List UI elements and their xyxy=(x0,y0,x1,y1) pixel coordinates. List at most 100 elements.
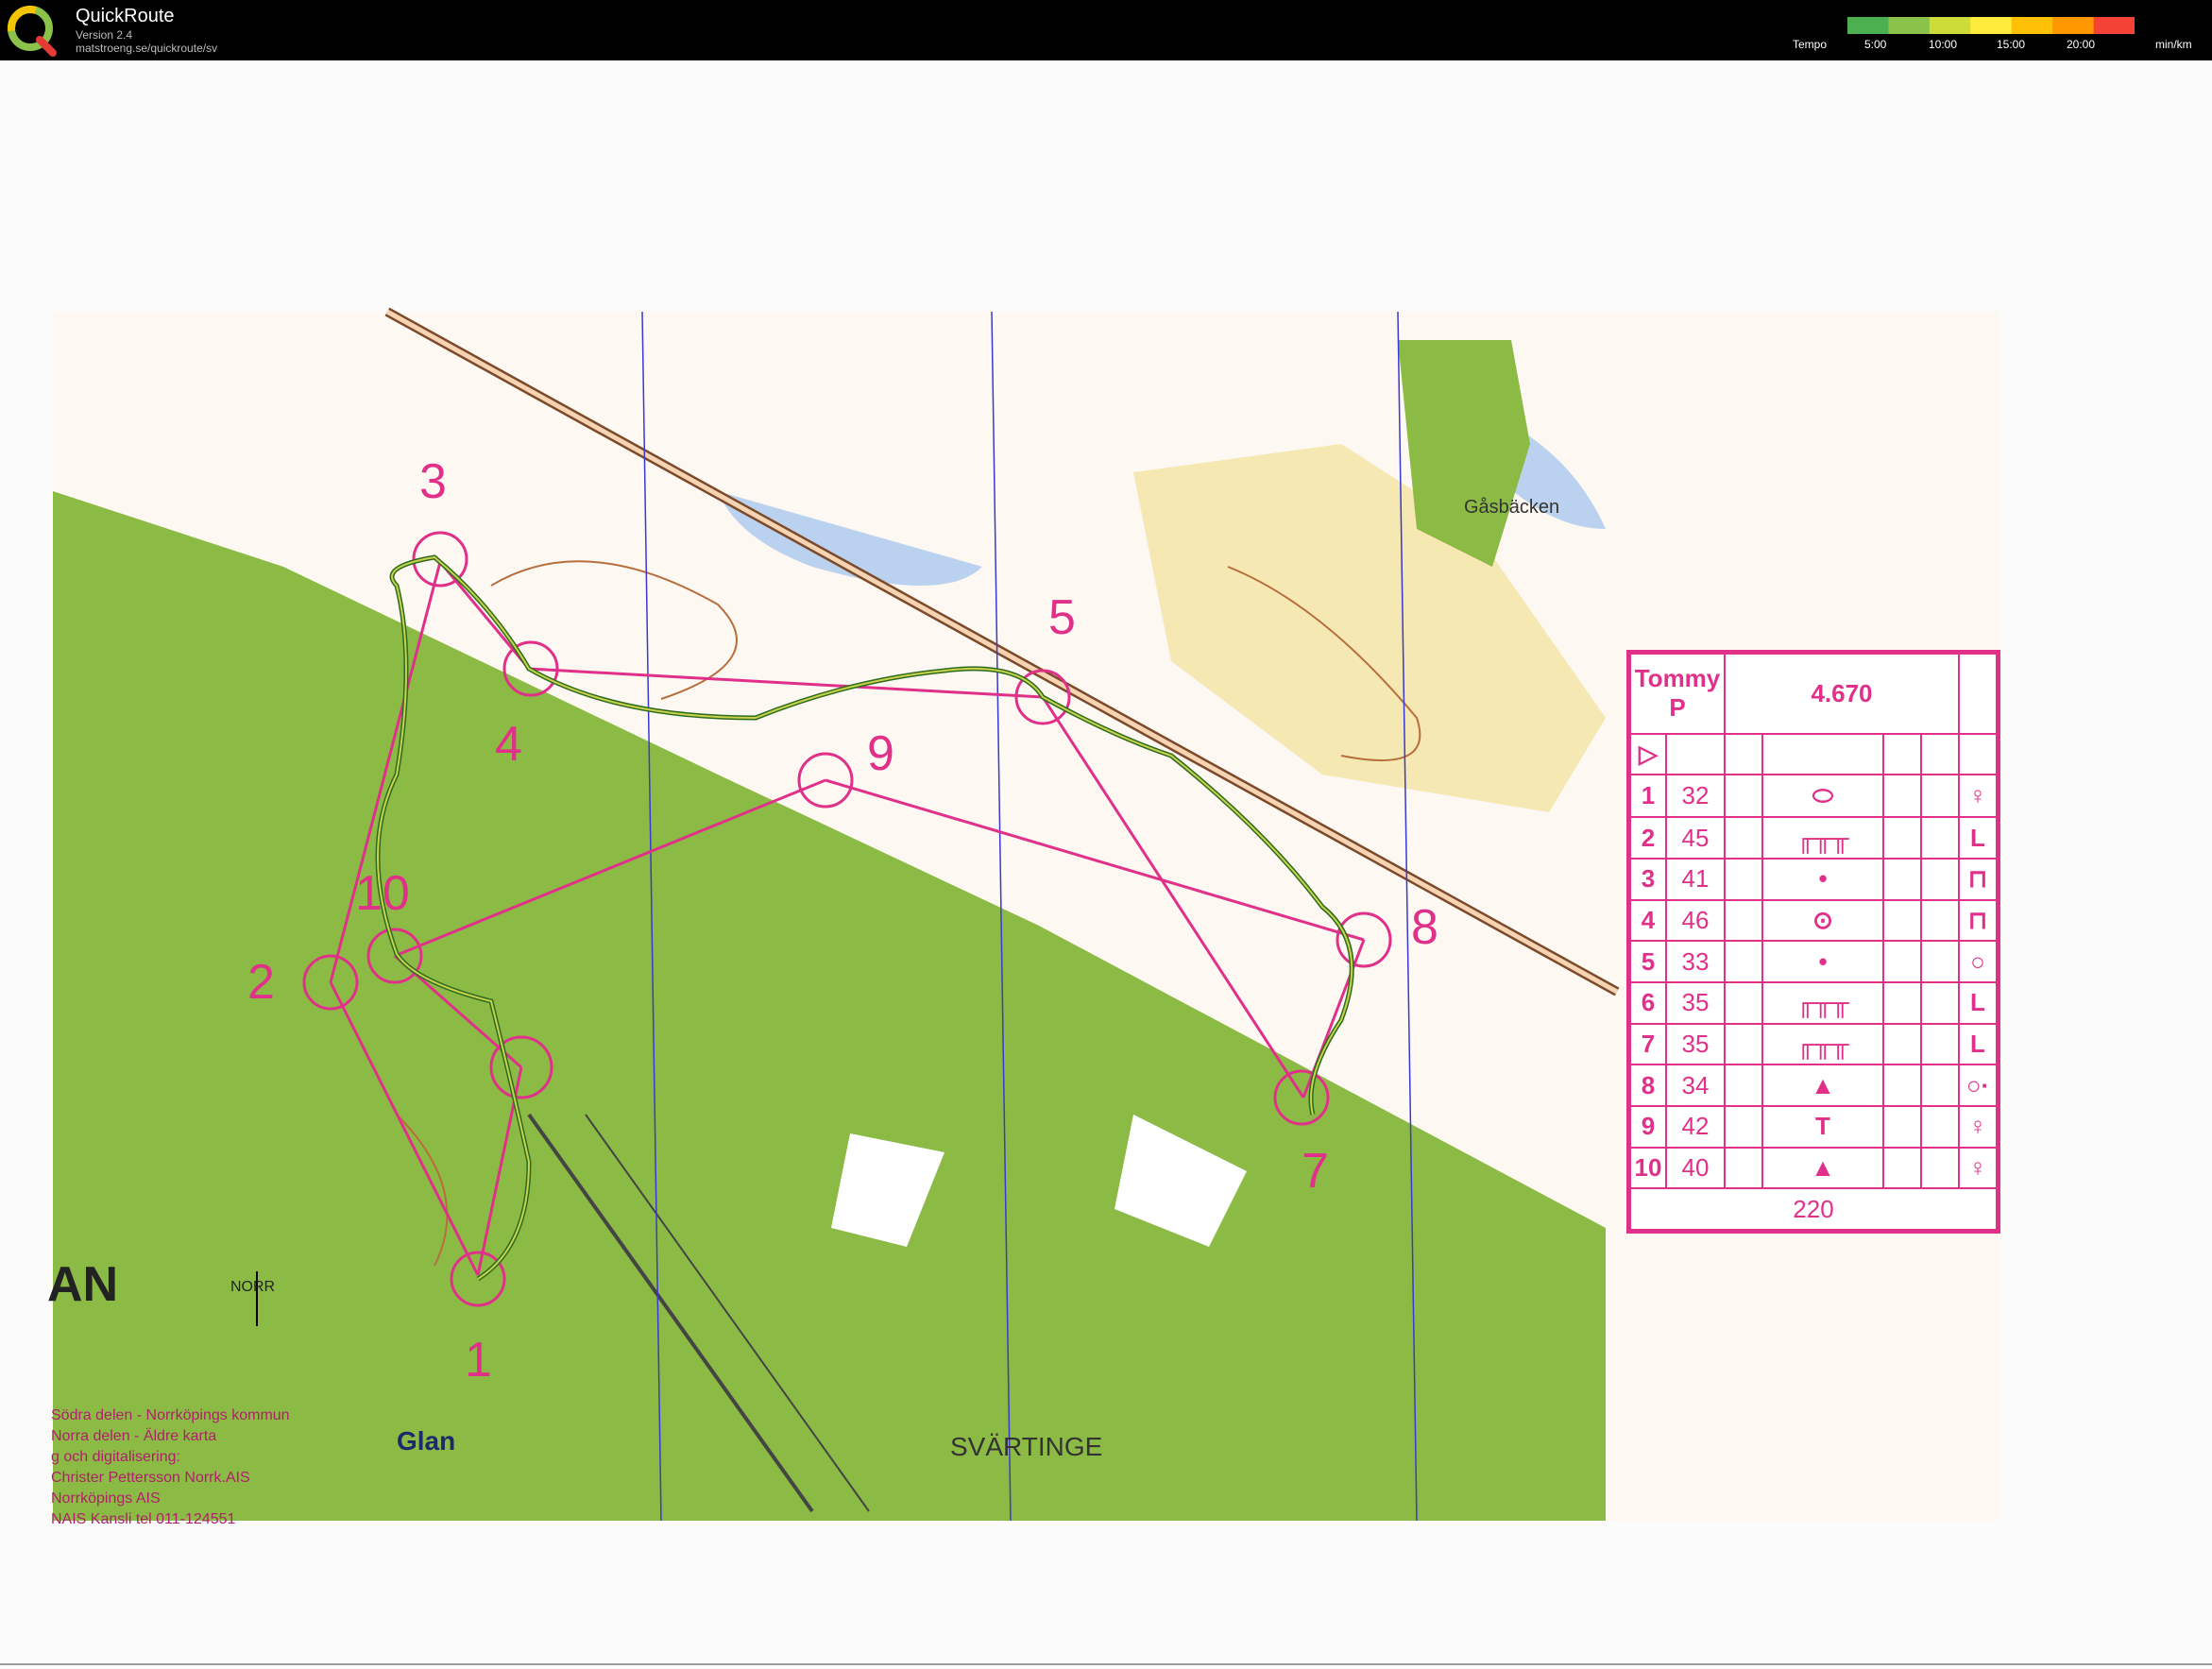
credit-line: Christer Pettersson Norrk.AIS xyxy=(51,1470,250,1486)
control-code: 33 xyxy=(1665,940,1726,983)
control-seq: 4 xyxy=(1629,898,1667,943)
control-number-4: 4 xyxy=(495,717,522,772)
control-description-table: Tommy P 4.670 ▷ 1 32 ⬭ ♀ 2 45 ╓╥╥ L 3 41 • ⊓ 4 46 ⊙ ⊓ 5 3… xyxy=(1626,650,2000,1234)
control-seq: 2 xyxy=(1629,816,1667,860)
empty-cell xyxy=(1724,1022,1763,1066)
feature-symbol: ▲ xyxy=(1761,1064,1884,1107)
control-description-row: 6 35 ╓╥╥ L xyxy=(1629,980,1998,1025)
empty-cell xyxy=(1920,1104,1960,1149)
control-code: 41 xyxy=(1665,857,1726,901)
feature-symbol: • xyxy=(1761,940,1884,983)
control-code: 34 xyxy=(1665,1064,1726,1107)
control-number-9: 9 xyxy=(867,726,894,781)
control-code: 46 xyxy=(1665,898,1726,943)
control-description-row: 5 33 • ○ xyxy=(1629,940,1998,983)
course-length: 4.670 xyxy=(1724,653,1960,735)
app-version: Version 2.4 xyxy=(76,28,133,42)
empty-cell xyxy=(1724,1146,1763,1190)
empty-cell xyxy=(1882,980,1922,1025)
map-sheet[interactable]: 1 2 3 4 5 7 8 9 10 Gåsbäcken SVÄRTINGE G… xyxy=(0,60,2212,1669)
tempo-color-swatch xyxy=(1970,17,2013,34)
control-seq: 9 xyxy=(1629,1104,1667,1149)
app-url: matstroeng.se/quickroute/sv xyxy=(76,42,218,55)
empty-cell xyxy=(1920,980,1960,1025)
feature-symbol: ▲ xyxy=(1761,1146,1884,1190)
empty-cell xyxy=(1882,1146,1922,1190)
tempo-color-swatch xyxy=(1888,17,1931,34)
credit-line: g och digitalisering: xyxy=(51,1449,180,1465)
empty-cell xyxy=(1724,1104,1763,1149)
control-number-8: 8 xyxy=(1411,900,1438,955)
tempo-label: Tempo xyxy=(1793,38,1828,51)
app-title: QuickRoute xyxy=(76,6,175,26)
empty-cell xyxy=(1882,816,1922,860)
control-seq: 3 xyxy=(1629,857,1667,901)
empty-cell xyxy=(1724,857,1763,901)
credit-line: Södra delen - Norrköpings kommun xyxy=(51,1407,290,1423)
control-number-3: 3 xyxy=(419,454,447,509)
control-code: 42 xyxy=(1665,1104,1726,1149)
finish-row: 220 xyxy=(1629,1187,1998,1231)
start-symbol: ▷ xyxy=(1629,732,1667,776)
tempo-unit: min/km xyxy=(2155,38,2192,51)
control-code: 32 xyxy=(1665,774,1726,819)
control-description-row: 10 40 ▲ ♀ xyxy=(1629,1146,1998,1190)
finish-distance: 220 xyxy=(1793,1194,1834,1223)
empty-cell xyxy=(1920,940,1960,983)
feature-symbol: ⬭ xyxy=(1761,774,1884,819)
control-code: 45 xyxy=(1665,816,1726,860)
control-seq: 8 xyxy=(1629,1064,1667,1107)
control-description-row: 2 45 ╓╥╥ L xyxy=(1629,816,1998,860)
empty-cell xyxy=(1724,940,1763,983)
empty-cell xyxy=(1920,898,1960,943)
location-symbol: L xyxy=(1958,816,1998,860)
location-symbol: ♀ xyxy=(1958,1146,1998,1190)
feature-symbol: T xyxy=(1761,1104,1884,1149)
tempo-tick: 5:00 xyxy=(1864,38,1887,51)
control-number-1: 1 xyxy=(465,1333,492,1388)
location-symbol: ⊓ xyxy=(1958,857,1998,901)
location-symbol: ♀ xyxy=(1958,1104,1998,1149)
map-credits: Södra delen - Norrköpings kommun Norra d… xyxy=(51,1405,290,1530)
control-seq: 5 xyxy=(1629,940,1667,983)
control-seq: 10 xyxy=(1629,1146,1667,1190)
control-description-row: 7 35 ╓╥╥ L xyxy=(1629,1022,1998,1066)
tempo-tick: 10:00 xyxy=(1929,38,1958,51)
control-description-row: 9 42 T ♀ xyxy=(1629,1104,1998,1149)
app-header: QuickRoute Version 2.4 matstroeng.se/qui… xyxy=(0,0,2212,60)
place-name-an: AN xyxy=(47,1257,119,1312)
empty-cell xyxy=(1882,1022,1922,1066)
tempo-color-scale xyxy=(1847,17,2135,34)
credit-line: Norrköpings AIS xyxy=(51,1490,161,1507)
control-description-row: 4 46 ⊙ ⊓ xyxy=(1629,898,1998,943)
control-code: 40 xyxy=(1665,1146,1726,1190)
control-code: 35 xyxy=(1665,1022,1726,1066)
tempo-color-swatch xyxy=(2011,17,2053,34)
empty-cell xyxy=(1882,1104,1922,1149)
control-seq: 6 xyxy=(1629,980,1667,1025)
control-number-5: 5 xyxy=(1048,590,1076,645)
empty-cell xyxy=(1920,1146,1960,1190)
feature-symbol: ╓╥╥ xyxy=(1761,1022,1884,1066)
location-symbol: L xyxy=(1958,980,1998,1025)
control-code: 35 xyxy=(1665,980,1726,1025)
credit-line: NAIS Kansli tel 011-124551 xyxy=(51,1511,236,1527)
feature-symbol: • xyxy=(1761,857,1884,901)
control-seq: 1 xyxy=(1629,774,1667,819)
location-symbol: ○· xyxy=(1958,1064,1998,1107)
tempo-color-swatch xyxy=(1929,17,1971,34)
empty-cell xyxy=(1882,857,1922,901)
feature-symbol: ╓╥╥ xyxy=(1761,980,1884,1025)
empty-cell xyxy=(1920,857,1960,901)
credit-line: Norra delen - Äldre karta xyxy=(51,1428,217,1444)
control-description-row: 1 32 ⬭ ♀ xyxy=(1629,774,1998,819)
tempo-color-swatch xyxy=(2052,17,2095,34)
empty-cell xyxy=(1920,1064,1960,1107)
control-number-10: 10 xyxy=(355,866,410,921)
empty-cell xyxy=(1724,980,1763,1025)
north-label: NORR xyxy=(230,1279,276,1295)
location-symbol: ⊓ xyxy=(1958,898,1998,943)
empty-cell xyxy=(1882,1064,1922,1107)
place-name-glan: Glan xyxy=(397,1426,456,1456)
runner-name: Tommy P xyxy=(1629,653,1726,735)
